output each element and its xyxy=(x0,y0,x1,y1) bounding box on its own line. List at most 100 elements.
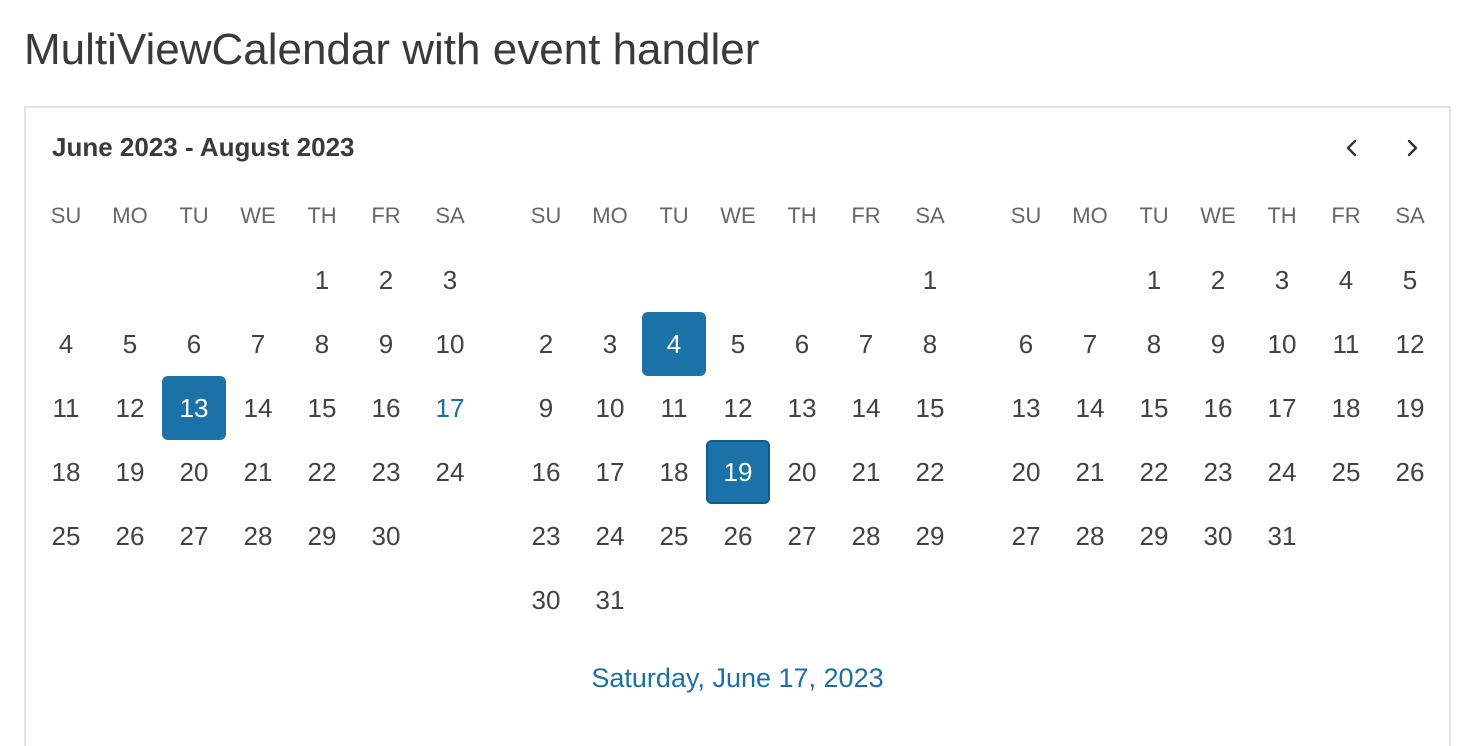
weekday-label: TH xyxy=(787,203,817,228)
day-cell[interactable]: 8 xyxy=(290,312,354,376)
day-cell[interactable]: 1 xyxy=(1122,248,1186,312)
day-cell[interactable]: 31 xyxy=(1250,504,1314,568)
day-cell[interactable]: 8 xyxy=(898,312,962,376)
day-cell[interactable]: 2 xyxy=(1186,248,1250,312)
day-cell[interactable]: 23 xyxy=(354,440,418,504)
day-cell[interactable]: 21 xyxy=(1058,440,1122,504)
day-cell[interactable]: 19 xyxy=(98,440,162,504)
day-cell[interactable]: 30 xyxy=(514,568,578,632)
day-cell[interactable]: 20 xyxy=(994,440,1058,504)
day-cell[interactable]: 14 xyxy=(834,376,898,440)
day-cell[interactable]: 19 xyxy=(706,440,770,504)
day-cell[interactable]: 6 xyxy=(994,312,1058,376)
day-cell[interactable]: 27 xyxy=(162,504,226,568)
day-cell[interactable]: 7 xyxy=(834,312,898,376)
day-cell[interactable]: 30 xyxy=(1186,504,1250,568)
day-cell[interactable]: 10 xyxy=(578,376,642,440)
day-cell[interactable]: 1 xyxy=(290,248,354,312)
day-cell[interactable]: 7 xyxy=(1058,312,1122,376)
day-cell[interactable]: 15 xyxy=(898,376,962,440)
day-cell[interactable]: 11 xyxy=(642,376,706,440)
day-cell[interactable]: 1 xyxy=(898,248,962,312)
day-cell[interactable]: 26 xyxy=(98,504,162,568)
day-cell[interactable]: 28 xyxy=(834,504,898,568)
range-title[interactable]: June 2023 - August 2023 xyxy=(52,132,355,162)
day-cell[interactable]: 5 xyxy=(706,312,770,376)
day-cell[interactable]: 10 xyxy=(418,312,482,376)
next-button[interactable] xyxy=(1392,128,1432,168)
day-cell[interactable]: 25 xyxy=(34,504,98,568)
day-cell[interactable]: 17 xyxy=(418,376,482,440)
day-cell[interactable]: 13 xyxy=(770,376,834,440)
day-cell[interactable]: 17 xyxy=(1250,376,1314,440)
day-cell[interactable]: 28 xyxy=(226,504,290,568)
day-cell[interactable]: 25 xyxy=(1314,440,1378,504)
day-cell[interactable]: 20 xyxy=(162,440,226,504)
day-cell[interactable]: 13 xyxy=(162,376,226,440)
day-cell[interactable]: 30 xyxy=(354,504,418,568)
day-cell[interactable]: 9 xyxy=(354,312,418,376)
day-cell[interactable]: 2 xyxy=(514,312,578,376)
day-cell[interactable]: 12 xyxy=(706,376,770,440)
day-cell[interactable]: 24 xyxy=(1250,440,1314,504)
day-cell[interactable]: 29 xyxy=(898,504,962,568)
day-cell[interactable]: 16 xyxy=(354,376,418,440)
day-cell[interactable]: 19 xyxy=(1378,376,1442,440)
day-cell[interactable]: 14 xyxy=(226,376,290,440)
day-cell[interactable]: 15 xyxy=(1122,376,1186,440)
day-cell[interactable]: 24 xyxy=(418,440,482,504)
weekday-label: SU xyxy=(50,203,82,228)
day-cell[interactable]: 4 xyxy=(1314,248,1378,312)
day-cell[interactable]: 18 xyxy=(1314,376,1378,440)
day-cell[interactable]: 29 xyxy=(1122,504,1186,568)
day-cell[interactable]: 8 xyxy=(1122,312,1186,376)
day-cell[interactable]: 12 xyxy=(1378,312,1442,376)
day-cell[interactable]: 21 xyxy=(226,440,290,504)
month-view-july: SU MO TU WE TH FR SA 1 2 3 4 5 6 7 8 9 10 11 12 13 14 15 16 17… xyxy=(514,184,962,632)
day-cell[interactable]: 28 xyxy=(1058,504,1122,568)
day-cell[interactable]: 2 xyxy=(354,248,418,312)
day-cell[interactable]: 6 xyxy=(770,312,834,376)
day-cell[interactable]: 17 xyxy=(578,440,642,504)
day-cell[interactable]: 31 xyxy=(578,568,642,632)
day-cell[interactable]: 29 xyxy=(290,504,354,568)
day-cell[interactable]: 14 xyxy=(1058,376,1122,440)
day-cell[interactable]: 16 xyxy=(514,440,578,504)
day-cell[interactable]: 11 xyxy=(34,376,98,440)
day-cell[interactable]: 18 xyxy=(642,440,706,504)
day-cell[interactable]: 6 xyxy=(162,312,226,376)
day-cell[interactable]: 26 xyxy=(1378,440,1442,504)
day-cell[interactable]: 3 xyxy=(1250,248,1314,312)
day-cell[interactable]: 12 xyxy=(98,376,162,440)
day-cell[interactable]: 7 xyxy=(226,312,290,376)
day-cell[interactable]: 23 xyxy=(1186,440,1250,504)
day-cell[interactable]: 26 xyxy=(706,504,770,568)
day-cell[interactable]: 15 xyxy=(290,376,354,440)
day-cell[interactable]: 22 xyxy=(898,440,962,504)
day-cell[interactable]: 4 xyxy=(642,312,706,376)
day-cell[interactable]: 10 xyxy=(1250,312,1314,376)
selected-date-display[interactable]: Saturday, June 17, 2023 xyxy=(26,660,1449,696)
day-cell[interactable]: 21 xyxy=(834,440,898,504)
day-cell[interactable]: 11 xyxy=(1314,312,1378,376)
day-cell[interactable]: 9 xyxy=(514,376,578,440)
day-cell[interactable]: 13 xyxy=(994,376,1058,440)
day-cell[interactable]: 27 xyxy=(994,504,1058,568)
day-cell[interactable]: 22 xyxy=(1122,440,1186,504)
day-cell[interactable]: 3 xyxy=(578,312,642,376)
day-cell[interactable]: 24 xyxy=(578,504,642,568)
day-cell[interactable]: 9 xyxy=(1186,312,1250,376)
day-cell[interactable]: 22 xyxy=(290,440,354,504)
weekday-label: FR xyxy=(371,203,401,228)
day-cell[interactable]: 4 xyxy=(34,312,98,376)
day-cell[interactable]: 5 xyxy=(1378,248,1442,312)
day-cell[interactable]: 23 xyxy=(514,504,578,568)
previous-button[interactable] xyxy=(1332,128,1372,168)
day-cell[interactable]: 3 xyxy=(418,248,482,312)
day-cell[interactable]: 20 xyxy=(770,440,834,504)
day-cell[interactable]: 16 xyxy=(1186,376,1250,440)
day-cell[interactable]: 18 xyxy=(34,440,98,504)
day-cell[interactable]: 25 xyxy=(642,504,706,568)
day-cell[interactable]: 5 xyxy=(98,312,162,376)
day-cell[interactable]: 27 xyxy=(770,504,834,568)
